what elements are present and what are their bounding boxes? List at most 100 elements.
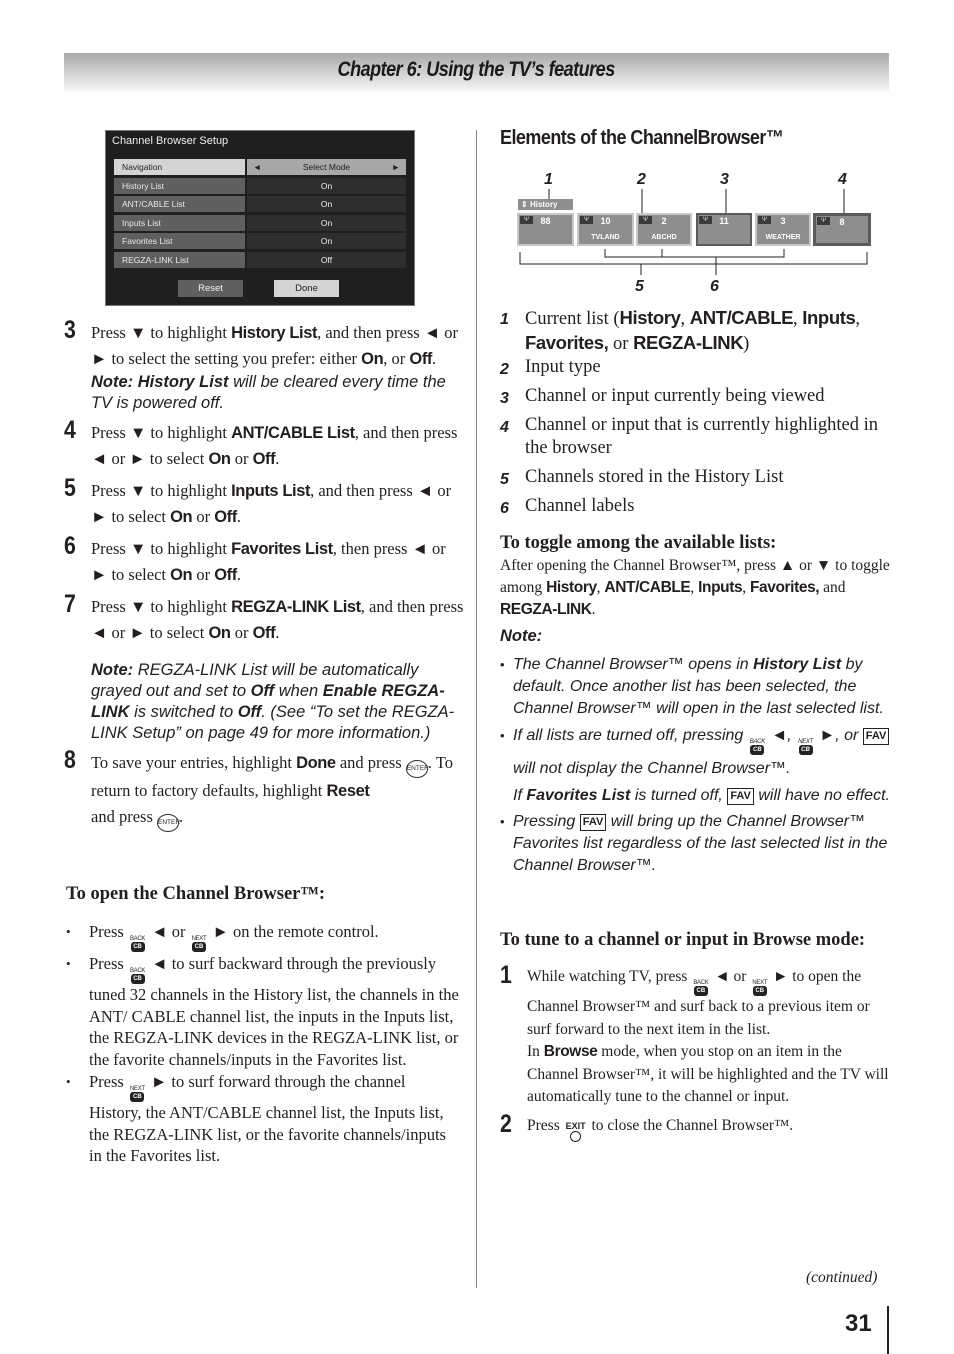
next-cb-button-icon: NEXT CB [129, 1086, 145, 1102]
step-4: 4 Press ▼ to highlight ANT/CABLE List, a… [64, 416, 458, 469]
back-cb-button-icon: BACK CB [749, 739, 765, 755]
channel-tile[interactable]: Ψ 88 [517, 213, 574, 246]
setup-row-label: Inputs List [114, 214, 245, 231]
channel-tile-highlighted[interactable]: Ψ 8 [813, 213, 871, 246]
callout-3: 3 [720, 171, 729, 188]
setup-row-value: On [247, 177, 406, 194]
elements-legend: 1 Current list (History, ANT/CABLE, Inpu… [500, 306, 890, 524]
setup-row-value: Off [247, 251, 406, 268]
callout-1: 1 [544, 171, 553, 188]
column-divider [476, 130, 477, 1288]
setup-row-value: On [247, 214, 406, 231]
step-number: 5 [64, 474, 76, 502]
open-browser-bullets: Press BACKCB ◄ or NEXTCB ► on the remote… [66, 921, 461, 1167]
list-item: Pressing FAV will bring up the Channel B… [500, 811, 890, 877]
callout-6: 6 [710, 278, 719, 295]
setup-row-inputs-list[interactable]: Inputs List On [114, 214, 406, 231]
list-item: The Channel Browser™ opens in History Li… [500, 654, 890, 720]
page-number: 31 [845, 1310, 872, 1337]
legend-item: 6 Channel labels [500, 496, 635, 517]
note: Note: REGZA-LINK List will be automatica… [91, 661, 455, 742]
page-number-rule [887, 1306, 889, 1354]
channel-tile[interactable]: Ψ 3 WEATHER [755, 213, 811, 246]
setup-row-history-list[interactable]: History List On [114, 177, 406, 194]
enter-button-icon: ENTER [156, 814, 180, 832]
toggle-section: To toggle among the available lists: Aft… [500, 532, 890, 879]
note-title: Note: [500, 627, 543, 645]
next-cb-button-icon: NEXT CB [798, 739, 813, 755]
setup-row-label: Favorites List [114, 233, 245, 250]
step-7: 7 Press ▼ to highlight REGZA-LINK List, … [64, 590, 464, 743]
setup-row-label: REGZA-LINK List [114, 251, 245, 268]
back-cb-button-icon: BACK CB [129, 968, 146, 984]
setup-row-navigation[interactable]: Navigation ◄ Select Mode ► [114, 159, 406, 175]
current-list-tag: ⇕ History [518, 199, 573, 210]
list-item: Press BACKCB ◄ or NEXTCB ► on the remote… [66, 921, 461, 952]
step-number: 7 [64, 590, 76, 618]
up-down-arrows-icon: ⇕ [521, 200, 528, 209]
legend-item: 1 Current list (History, ANT/CABLE, Inpu… [500, 307, 860, 354]
chapter-title: Chapter 6: Using the TV’s features [337, 58, 616, 81]
elements-title: Elements of the ChannelBrowser™ [500, 127, 784, 149]
setup-row-label: Navigation [114, 159, 245, 175]
setup-row-favorites-list[interactable]: Favorites List On [114, 233, 406, 250]
step-number: 3 [64, 316, 76, 344]
fav-button-icon: FAV [579, 814, 607, 831]
section-heading: To toggle among the available lists: [500, 533, 777, 553]
list-item: If all lists are turned off, pressing BA… [500, 722, 890, 809]
step-3: 3 Press ▼ to highlight History List, and… [64, 316, 464, 414]
done-button[interactable]: Done [274, 280, 339, 297]
list-item: Press BACKCB ◄ to surf backward through … [66, 953, 461, 1070]
legend-item: 2 Input type [500, 357, 601, 378]
next-cb-button-icon: NEXT CB [191, 936, 207, 952]
channel-browser-diagram: 1 2 3 4 5 6 ⇕ History Ψ 88 Ψ 10 TVLAND Ψ… [500, 165, 880, 300]
step-6: 6 Press ▼ to highlight Favorites List, t… [64, 532, 446, 585]
step-8: 8 To save your entries, highlight Done a… [64, 746, 464, 832]
chapter-header: Chapter 6: Using the TV’s features [64, 53, 889, 91]
toggle-paragraph: After opening the Channel Browser™, pres… [500, 557, 890, 618]
note: Note: History List will be cleared every… [91, 373, 446, 412]
setup-row-regza-link-list[interactable]: REGZA-LINK List Off [114, 251, 406, 268]
callout-4: 4 [838, 171, 847, 188]
exit-button-icon: EXIT [566, 1121, 586, 1142]
list-item: Press NEXTCB ► to surf forward through t… [66, 1071, 461, 1167]
step-number: 6 [64, 532, 76, 560]
step-number: 4 [64, 416, 76, 444]
open-browser-section: To open the Channel Browser™: Press BACK… [66, 883, 461, 1168]
legend-item: 5 Channels stored in the History List [500, 467, 784, 488]
setup-row-value: ◄ Select Mode ► [247, 159, 406, 175]
channel-tile[interactable]: Ψ 10 TVLAND [577, 213, 634, 246]
legend-item: 4 Channel or input that is currently high… [500, 415, 878, 458]
tune-step-1: 1 While watching TV, press BACK CB ◄ or N… [500, 961, 889, 1105]
section-heading: To open the Channel Browser™: [66, 884, 326, 904]
channel-tile-current[interactable]: Ψ 11 [696, 213, 752, 246]
tune-section: To tune to a channel or input in Browse … [500, 929, 890, 1148]
step-5: 5 Press ▼ to highlight Inputs List, and … [64, 474, 452, 527]
legend-item: 3 Channel or input currently being viewed [500, 386, 825, 407]
setup-row-value: On [247, 196, 406, 213]
step-number: 8 [64, 746, 76, 774]
enter-button-icon: ENTER [405, 760, 429, 778]
callout-2: 2 [637, 171, 646, 188]
back-cb-button-icon: BACK CB [693, 980, 709, 996]
arrow-left-icon[interactable]: ◄ [253, 159, 261, 175]
reset-button[interactable]: Reset [178, 280, 243, 297]
channel-tile[interactable]: Ψ 2 ABCHD [636, 213, 692, 246]
setup-menu-title: Channel Browser Setup [112, 135, 229, 147]
setup-row-ant-cable-list[interactable]: ANT/CABLE List On [114, 196, 406, 213]
setup-row-value: On [247, 233, 406, 250]
callout-5: 5 [635, 278, 644, 295]
setup-row-label: History List [114, 177, 245, 194]
setup-steps: 3 Press ▼ to highlight History List, and… [64, 316, 464, 838]
next-cb-button-icon: NEXT CB [752, 980, 768, 996]
section-heading: To tune to a channel or input in Browse … [500, 930, 866, 950]
setup-menu-rows: Navigation ◄ Select Mode ► History List … [114, 159, 406, 271]
note-bullets: The Channel Browser™ opens in History Li… [500, 654, 890, 877]
back-cb-button-icon: BACK CB [129, 936, 146, 952]
setup-row-label: ANT/CABLE List [114, 196, 245, 213]
fav-button-icon: FAV [862, 728, 890, 745]
arrow-right-icon[interactable]: ► [392, 159, 400, 175]
channel-browser-setup-menu: Channel Browser Setup Navigation ◄ Selec… [105, 130, 415, 306]
fav-button-icon: FAV [727, 788, 754, 805]
continued-label: (continued) [806, 1269, 878, 1286]
